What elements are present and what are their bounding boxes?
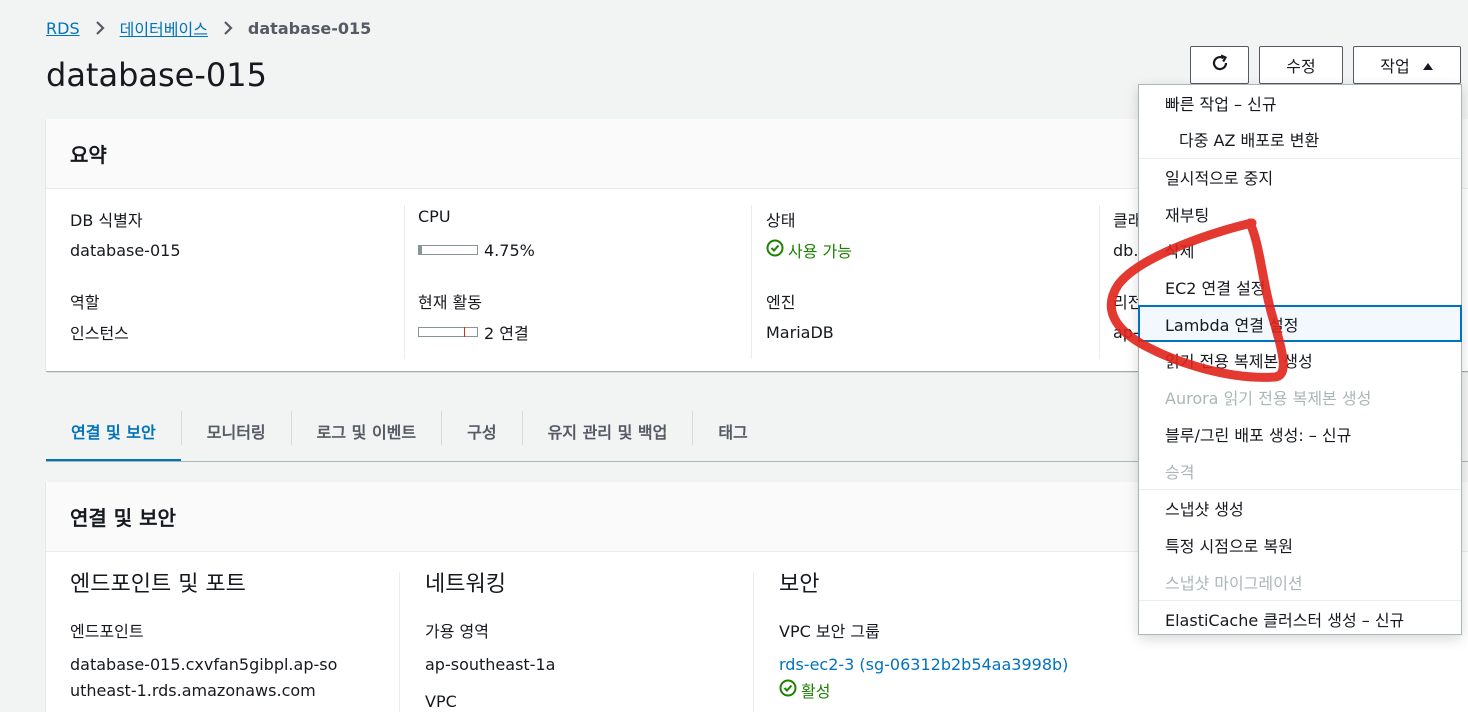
menu-item-restore-point-in-time[interactable]: 특정 시점으로 복원 (1139, 527, 1461, 564)
role-label: 역할 (70, 293, 100, 312)
menu-item-ec2-connect[interactable]: EC2 연결 설정 (1139, 269, 1461, 306)
cpu-bar (418, 245, 478, 255)
menu-item-promote: 승격 (1165, 462, 1195, 482)
endpoint-label: 엔드포인트 (70, 622, 144, 641)
sg-label: VPC 보안 그룹 (779, 622, 880, 641)
breadcrumb: RDS 데이터베이스 database-015 (46, 16, 371, 40)
actions-dropdown: 빠른 작업 – 신규 다중 AZ 배포로 변환 일시적으로 중지 재부팅 삭제 … (1138, 84, 1462, 635)
summary-col-3: 상태 사용 가능 엔진 MariaDB (766, 207, 1106, 343)
status-value: 사용 가능 (766, 239, 1106, 261)
breadcrumb-current: database-015 (247, 18, 372, 38)
az-value: ap-southeast-1a (425, 655, 556, 674)
sg-status: 활성 (779, 678, 1119, 702)
chevron-right-icon (94, 20, 106, 36)
page-title: database-015 (46, 56, 267, 94)
sg-status-text: 활성 (801, 682, 831, 701)
menu-item-aurora-replica: Aurora 읽기 전용 복제본 생성 (1165, 389, 1372, 409)
menu-item-stop[interactable]: 일시적으로 중지 (1139, 159, 1461, 196)
menu-item-take-snapshot[interactable]: 스냅샷 생성 (1139, 490, 1461, 527)
activity-value: 2 연결 (484, 324, 529, 343)
az-label: 가용 영역 (425, 622, 489, 641)
quick-actions-group-label: 빠른 작업 – 신규 (1165, 95, 1277, 114)
endpoint-section: 엔드포인트 및 포트 엔드포인트 database-015.cxvfan5gib… (70, 566, 370, 704)
tab-tags[interactable]: 태그 (693, 400, 772, 462)
refresh-button[interactable] (1190, 46, 1249, 84)
menu-item-delete[interactable]: 삭제 (1139, 232, 1461, 269)
menu-item-create-elasticache[interactable]: ElastiCache 클러스터 생성 – 신규 (1139, 601, 1461, 638)
chevron-right-icon (222, 20, 234, 36)
engine-value: MariaDB (766, 322, 834, 342)
tab-configuration[interactable]: 구성 (442, 400, 521, 462)
menu-item-lambda-connect[interactable]: Lambda 연결 설정 (1138, 305, 1462, 343)
actions-label: 작업 (1380, 57, 1410, 76)
actions-button[interactable]: 작업 (1353, 46, 1461, 84)
engine-label: 엔진 (766, 293, 796, 312)
sg-link[interactable]: rds-ec2-3 (sg-06312b2b54aa3998b) (779, 652, 1119, 678)
caret-up-icon (1422, 56, 1434, 75)
menu-item-blue-green[interactable]: 블루/그린 배포 생성: – 신규 (1139, 416, 1461, 453)
vpc-label: VPC (425, 692, 457, 711)
security-heading: 보안 (779, 572, 820, 597)
menu-item-reboot[interactable]: 재부팅 (1139, 195, 1461, 232)
tab-maintenance-backup[interactable]: 유지 관리 및 백업 (523, 400, 693, 462)
check-circle-icon (766, 239, 784, 261)
edit-button[interactable]: 수정 (1259, 46, 1343, 84)
activity-metric: 2 연결 (418, 321, 758, 343)
status-text: 사용 가능 (788, 242, 852, 261)
status-label: 상태 (766, 211, 796, 230)
tab-logs-events[interactable]: 로그 및 이벤트 (292, 400, 441, 462)
connections-bar-marker (464, 327, 465, 337)
cpu-label: CPU (418, 207, 451, 226)
refresh-icon (1210, 53, 1230, 77)
summary-col-1: DB 식별자 database-015 역할 인스턴스 (70, 207, 410, 343)
menu-item-read-replica[interactable]: 읽기 전용 복제본 생성 (1139, 342, 1461, 379)
breadcrumb-databases-link[interactable]: 데이터베이스 (120, 16, 208, 40)
role-value: 인스턴스 (70, 324, 129, 343)
db-id-value: database-015 (70, 240, 181, 260)
menu-item-migrate-snapshot: 스냅샷 마이그레이션 (1165, 573, 1303, 593)
summary-col-2: CPU 4.75% 현재 활동 2 연결 (418, 207, 758, 343)
endpoint-value: database-015.cxvfan5gibpl.ap-southeast-1… (70, 655, 338, 700)
networking-heading: 네트워킹 (425, 572, 506, 597)
connections-bar (418, 327, 478, 337)
security-section: 보안 VPC 보안 그룹 rds-ec2-3 (sg-06312b2b54aa3… (779, 566, 1119, 702)
menu-item-convert-multi-az[interactable]: 다중 AZ 배포로 변환 (1139, 121, 1461, 158)
cpu-metric: 4.75% (418, 239, 758, 261)
cpu-value: 4.75% (484, 240, 535, 260)
endpoint-heading: 엔드포인트 및 포트 (70, 572, 246, 597)
activity-label: 현재 활동 (418, 293, 482, 312)
tab-connectivity[interactable]: 연결 및 보안 (46, 400, 181, 462)
networking-section: 네트워킹 가용 영역 ap-southeast-1a VPC (425, 566, 725, 711)
detail-tabs: 연결 및 보안 모니터링 로그 및 이벤트 구성 유지 관리 및 백업 태그 (46, 400, 773, 462)
breadcrumb-rds-link[interactable]: RDS (46, 19, 80, 38)
db-id-label: DB 식별자 (70, 211, 143, 230)
cpu-bar-fill (419, 246, 422, 254)
check-circle-icon (779, 679, 797, 701)
tab-monitoring[interactable]: 모니터링 (182, 400, 291, 462)
